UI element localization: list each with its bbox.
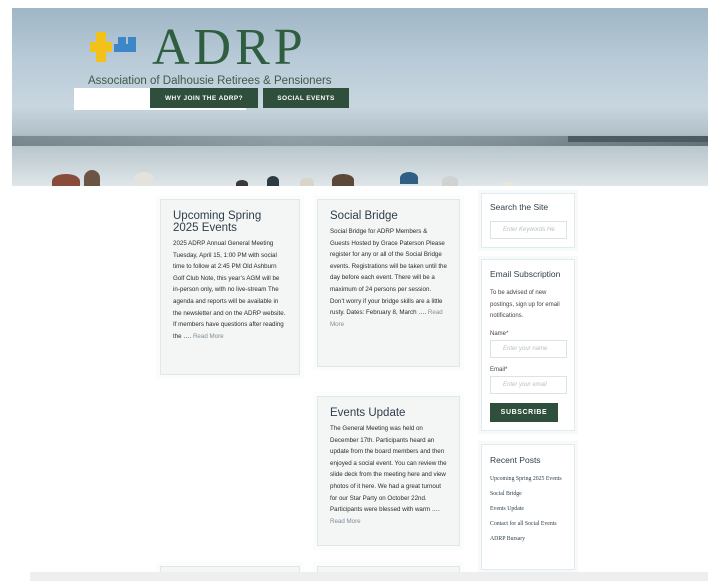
subscription-text: To be advised of new postings, sign up f… — [490, 290, 560, 319]
search-widget-title: Search the Site — [490, 202, 549, 212]
search-input[interactable]: Enter Keywords He — [490, 221, 567, 239]
logo-puzzle-icon — [90, 32, 136, 62]
post-card: Social Bridge Social Bridge for ADRP Mem… — [317, 199, 460, 367]
read-more-link[interactable]: Read More — [193, 333, 224, 340]
recent-post-link[interactable]: Social Bridge — [490, 490, 566, 499]
email-subscription-widget: Email Subscription To be advised of new … — [481, 259, 575, 431]
post-title[interactable]: Social Bridge — [330, 210, 447, 222]
name-label: Name* — [490, 330, 509, 337]
recent-post-link[interactable]: Contact for all Social Events — [490, 520, 566, 529]
nav-social-events[interactable]: SOCIAL EVENTS — [263, 88, 349, 108]
post-excerpt: 2025 ADRP Annual General Meeting Tuesday… — [173, 240, 286, 340]
email-label: Email* — [490, 366, 508, 373]
post-title[interactable]: Events Update — [330, 407, 447, 419]
recent-post-link[interactable]: Events Update — [490, 505, 566, 514]
subscription-title: Email Subscription — [490, 269, 561, 279]
logo-subtitle: Association of Dalhousie Retirees & Pens… — [88, 75, 332, 87]
far-shore — [568, 136, 708, 142]
name-field[interactable]: Enter your name — [490, 339, 567, 358]
post-title[interactable]: Upcoming Spring 2025 Events — [173, 210, 287, 234]
recent-posts-title: Recent Posts — [490, 455, 541, 465]
recent-posts-widget: Recent Posts Upcoming Spring 2025 Events… — [481, 444, 575, 570]
logo-text[interactable]: ADRP — [152, 18, 307, 78]
recent-post-link[interactable]: Upcoming Spring 2025 Events — [490, 475, 566, 484]
nav-why-join[interactable]: WHY JOIN THE ADRP? — [150, 88, 258, 108]
post-excerpt: The General Meeting was held on December… — [330, 425, 447, 525]
post-card: Upcoming Spring 2025 Events 2025 ADRP An… — [160, 199, 300, 375]
search-widget: Search the Site Enter Keywords He — [481, 193, 575, 248]
read-more-link[interactable]: Read More — [330, 518, 361, 525]
footer-strip — [30, 572, 708, 581]
post-card: Events Update The General Meeting was he… — [317, 396, 460, 546]
email-field[interactable]: Enter your email — [490, 375, 567, 394]
post-excerpt: Social Bridge for ADRP Members & Guests … — [330, 228, 447, 328]
sea — [12, 146, 708, 186]
subscribe-button[interactable]: SUBSCRIBE — [490, 402, 558, 422]
recent-post-link[interactable]: ADRP Bursary — [490, 535, 566, 544]
